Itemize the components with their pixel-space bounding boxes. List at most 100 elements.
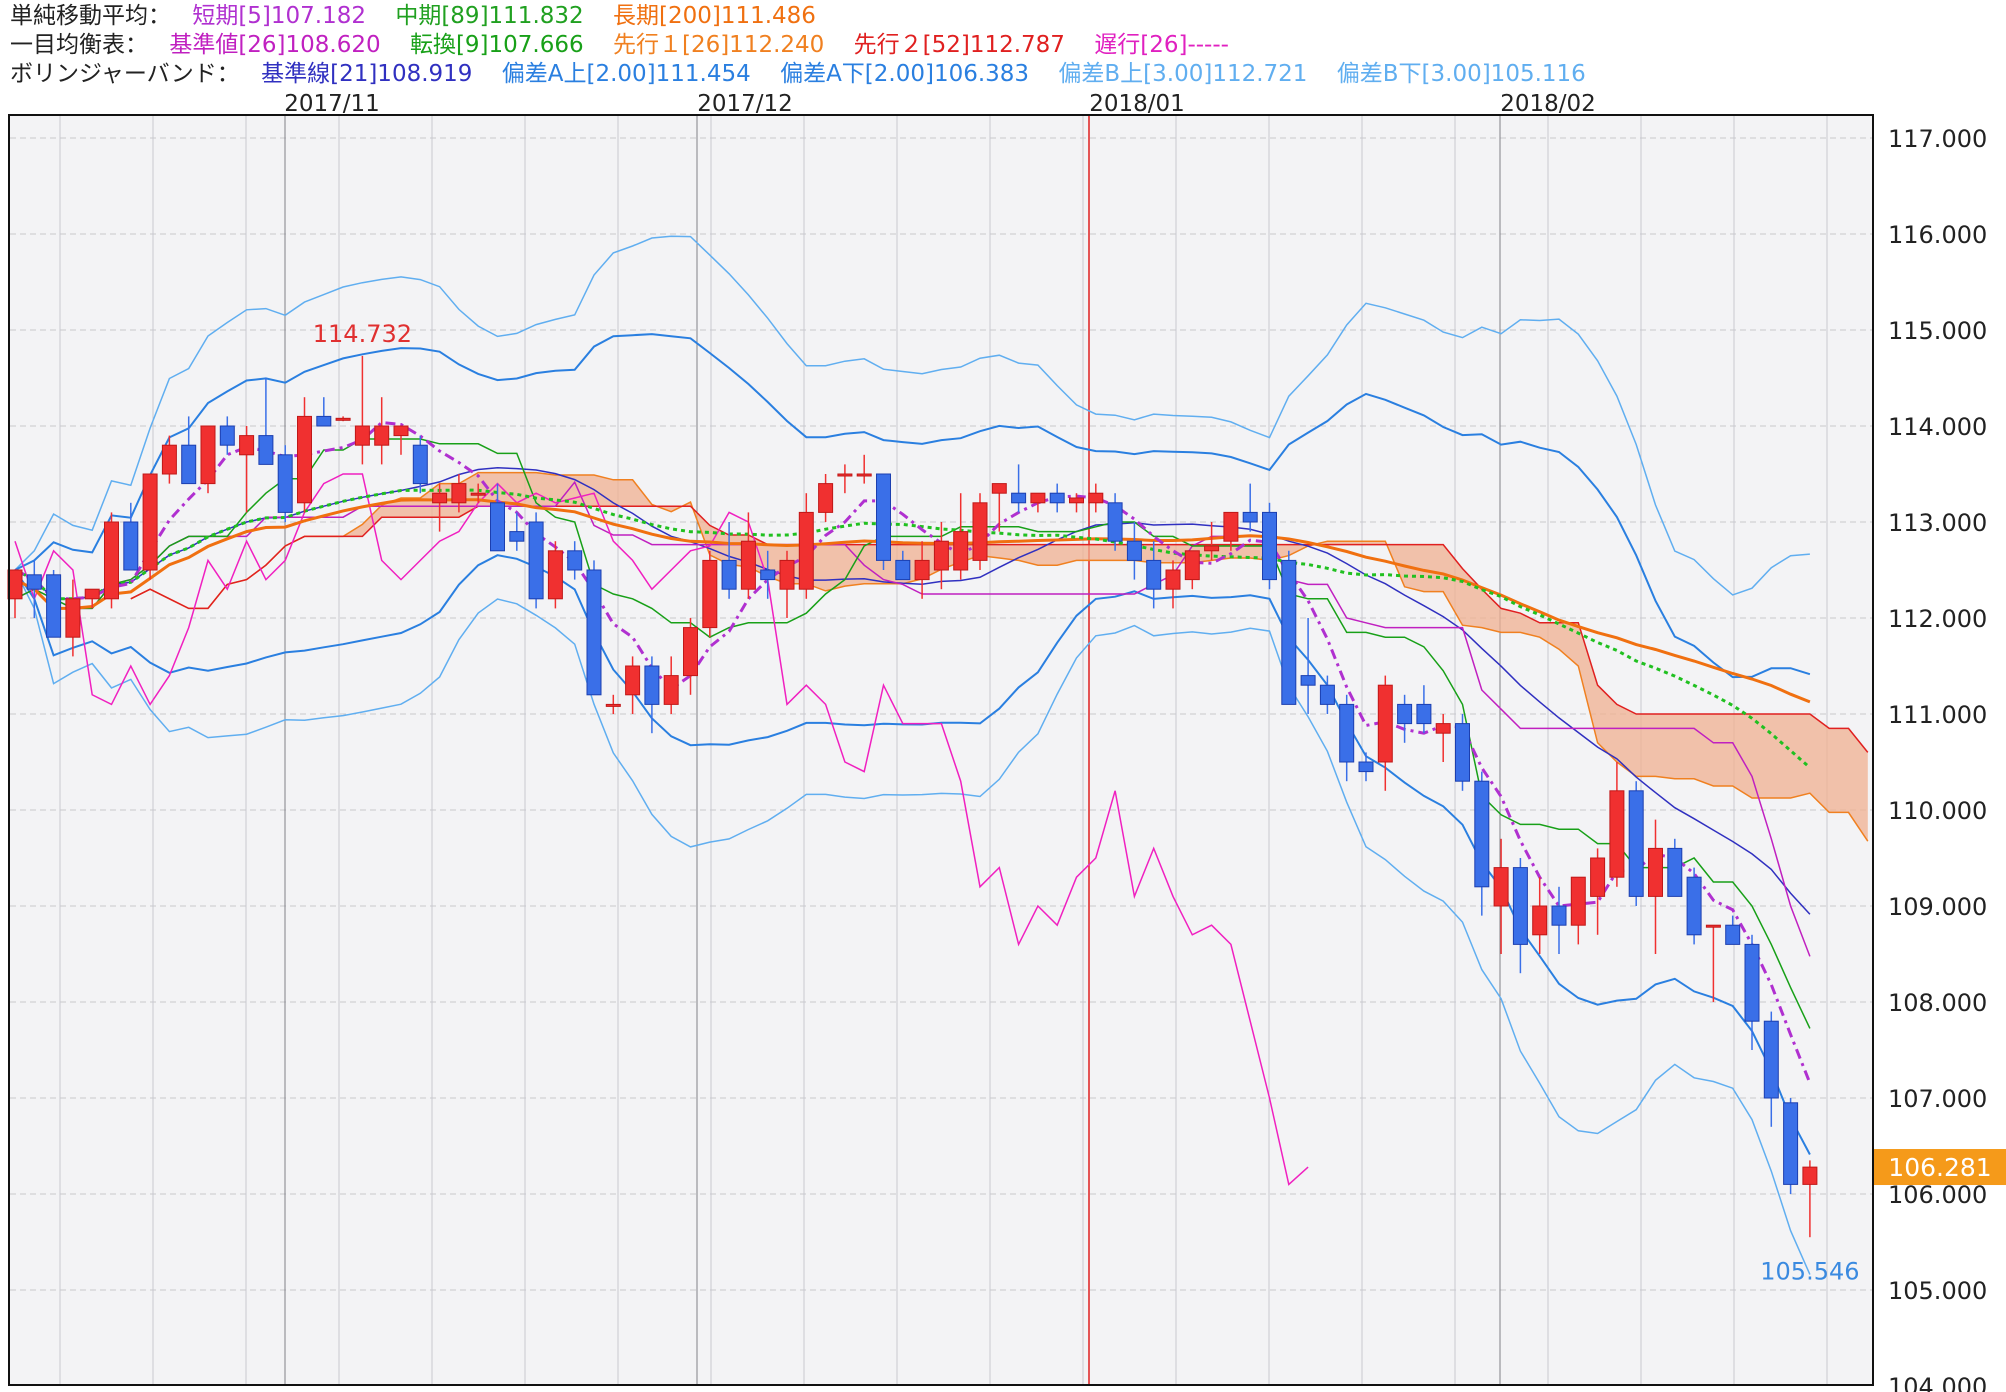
candle-body [1763, 1020, 1779, 1099]
candle-body [26, 574, 42, 590]
x-axis-label: 2017/12 [697, 91, 793, 117]
legend-ichimoku-span2: 先行２[52]112.787 [853, 32, 1065, 58]
legend-ichimoku-title: 一目均衡表： [10, 32, 148, 58]
candle-body [818, 483, 834, 513]
candle-body [683, 627, 698, 677]
y-axis-label: 110.000 [1888, 797, 1987, 825]
y-axis-label: 112.000 [1888, 605, 1987, 633]
candle-body [1802, 1166, 1818, 1185]
candle-body [1512, 867, 1528, 945]
current-price-value: 106.281 [1888, 1153, 1991, 1182]
candle-body [1358, 761, 1374, 773]
low-price-label: 105.546 [1760, 1258, 1859, 1286]
high-price-label: 114.732 [313, 320, 412, 348]
current-price-tag: 106.281 [1874, 1149, 2006, 1186]
candle-body [702, 559, 718, 629]
candle-body [316, 415, 332, 427]
candle-body [1416, 703, 1432, 725]
candle-body [470, 492, 486, 496]
candle-body [84, 588, 100, 600]
candle-body [1107, 502, 1123, 542]
legend-sma-title: 単純移動平均： [10, 3, 171, 29]
candle-body [1493, 867, 1509, 907]
candle-body [65, 598, 81, 638]
y-axis-label: 113.000 [1888, 509, 1987, 537]
candle-body [1397, 703, 1413, 725]
legend-sma-row: 単純移動平均： 短期[5]107.182 中期[89]111.832 長期[20… [10, 2, 2000, 31]
x-axis-label: 2018/02 [1500, 91, 1596, 117]
candle-body [432, 492, 448, 504]
candle-body [740, 540, 756, 590]
candle-body [1474, 780, 1490, 888]
legend-sma-long: 長期[200]111.486 [612, 3, 816, 29]
candle-body [297, 415, 312, 504]
candle-body [1011, 492, 1027, 504]
candle-body [586, 569, 602, 696]
legend-bollinger-a-lower: 偏差A下[2.00]106.383 [780, 61, 1030, 87]
candle-body [1030, 492, 1046, 504]
candle-body [7, 569, 23, 600]
x-axis-label: 2017/11 [284, 91, 380, 117]
candle-body [991, 483, 1007, 494]
candle-body [1126, 540, 1142, 561]
candle-body [1570, 876, 1586, 926]
legend-bollinger-title: ボリンジャーバンド： [10, 61, 240, 87]
candle-body [354, 425, 370, 446]
candle-body [258, 435, 274, 465]
legend-ichimoku-tenkan: 転換[9]107.666 [409, 32, 584, 58]
y-axis-label: 108.000 [1888, 989, 1987, 1017]
y-axis-label: 106.000 [1888, 1181, 1987, 1209]
candle-body [1628, 790, 1644, 897]
legend-bollinger-row: ボリンジャーバンド： 基準線[21]108.919 偏差A上[2.00]111.… [10, 60, 2000, 89]
candle-body [1184, 550, 1200, 581]
candle-body [1377, 684, 1393, 763]
candle-body [567, 550, 583, 571]
y-axis-label: 107.000 [1888, 1085, 1987, 1113]
candle-body [1667, 847, 1683, 897]
candle-body [181, 444, 197, 485]
candlestick-chart[interactable]: 2017/11 2017/12 2018/01 2018/02 114.732 105… [0, 88, 2006, 1392]
candle-body [142, 473, 158, 571]
legend-ichimoku-kijun: 基準値[26]108.620 [169, 32, 381, 58]
y-axis-label: 117.000 [1888, 125, 1987, 153]
candle-body [1435, 723, 1451, 734]
legend-ichimoku-span1: 先行１[26]112.240 [612, 32, 825, 58]
candle-body [1146, 559, 1162, 590]
candle-body [605, 703, 621, 707]
candle-body [798, 511, 814, 590]
candle-body [1242, 511, 1258, 523]
candle-body [46, 574, 62, 638]
candle-body [1532, 905, 1548, 936]
candle-body [219, 425, 235, 446]
candle-body [760, 569, 776, 581]
legend: 単純移動平均： 短期[5]107.182 中期[89]111.832 長期[20… [10, 2, 2000, 89]
candle-body [1204, 545, 1220, 552]
legend-sma-mid: 中期[89]111.832 [395, 3, 584, 29]
candle-body [528, 521, 544, 600]
candle-body [1049, 492, 1065, 504]
candle-body [1281, 559, 1297, 705]
candle-body [1223, 511, 1239, 542]
y-axis-labels: 117.000 116.000 115.000 114.000 113.000 112.0… [1888, 125, 1987, 1392]
candle-body [1783, 1102, 1799, 1185]
candle-body [239, 435, 255, 456]
candle-body [1744, 943, 1760, 1022]
candle-body [644, 665, 660, 705]
candle-body [1262, 511, 1277, 581]
x-axis-label: 2018/01 [1089, 91, 1185, 117]
candle-body [1165, 569, 1181, 590]
candle-body [663, 675, 679, 705]
candle-body [837, 473, 853, 477]
candle-body [1725, 924, 1741, 945]
candle-body [393, 425, 409, 437]
legend-bollinger-b-upper: 偏差B上[3.00]112.721 [1058, 61, 1308, 87]
candle-body [161, 444, 177, 475]
x-axis-labels: 2017/11 2017/12 2018/01 2018/02 [284, 91, 1596, 117]
candle-body [1339, 703, 1355, 763]
y-axis-label: 116.000 [1888, 221, 1987, 249]
candle-body [625, 665, 641, 696]
candle-body [721, 559, 737, 590]
candle-body [1705, 924, 1721, 928]
candle-body [1319, 684, 1335, 705]
candle-body [1686, 876, 1702, 936]
